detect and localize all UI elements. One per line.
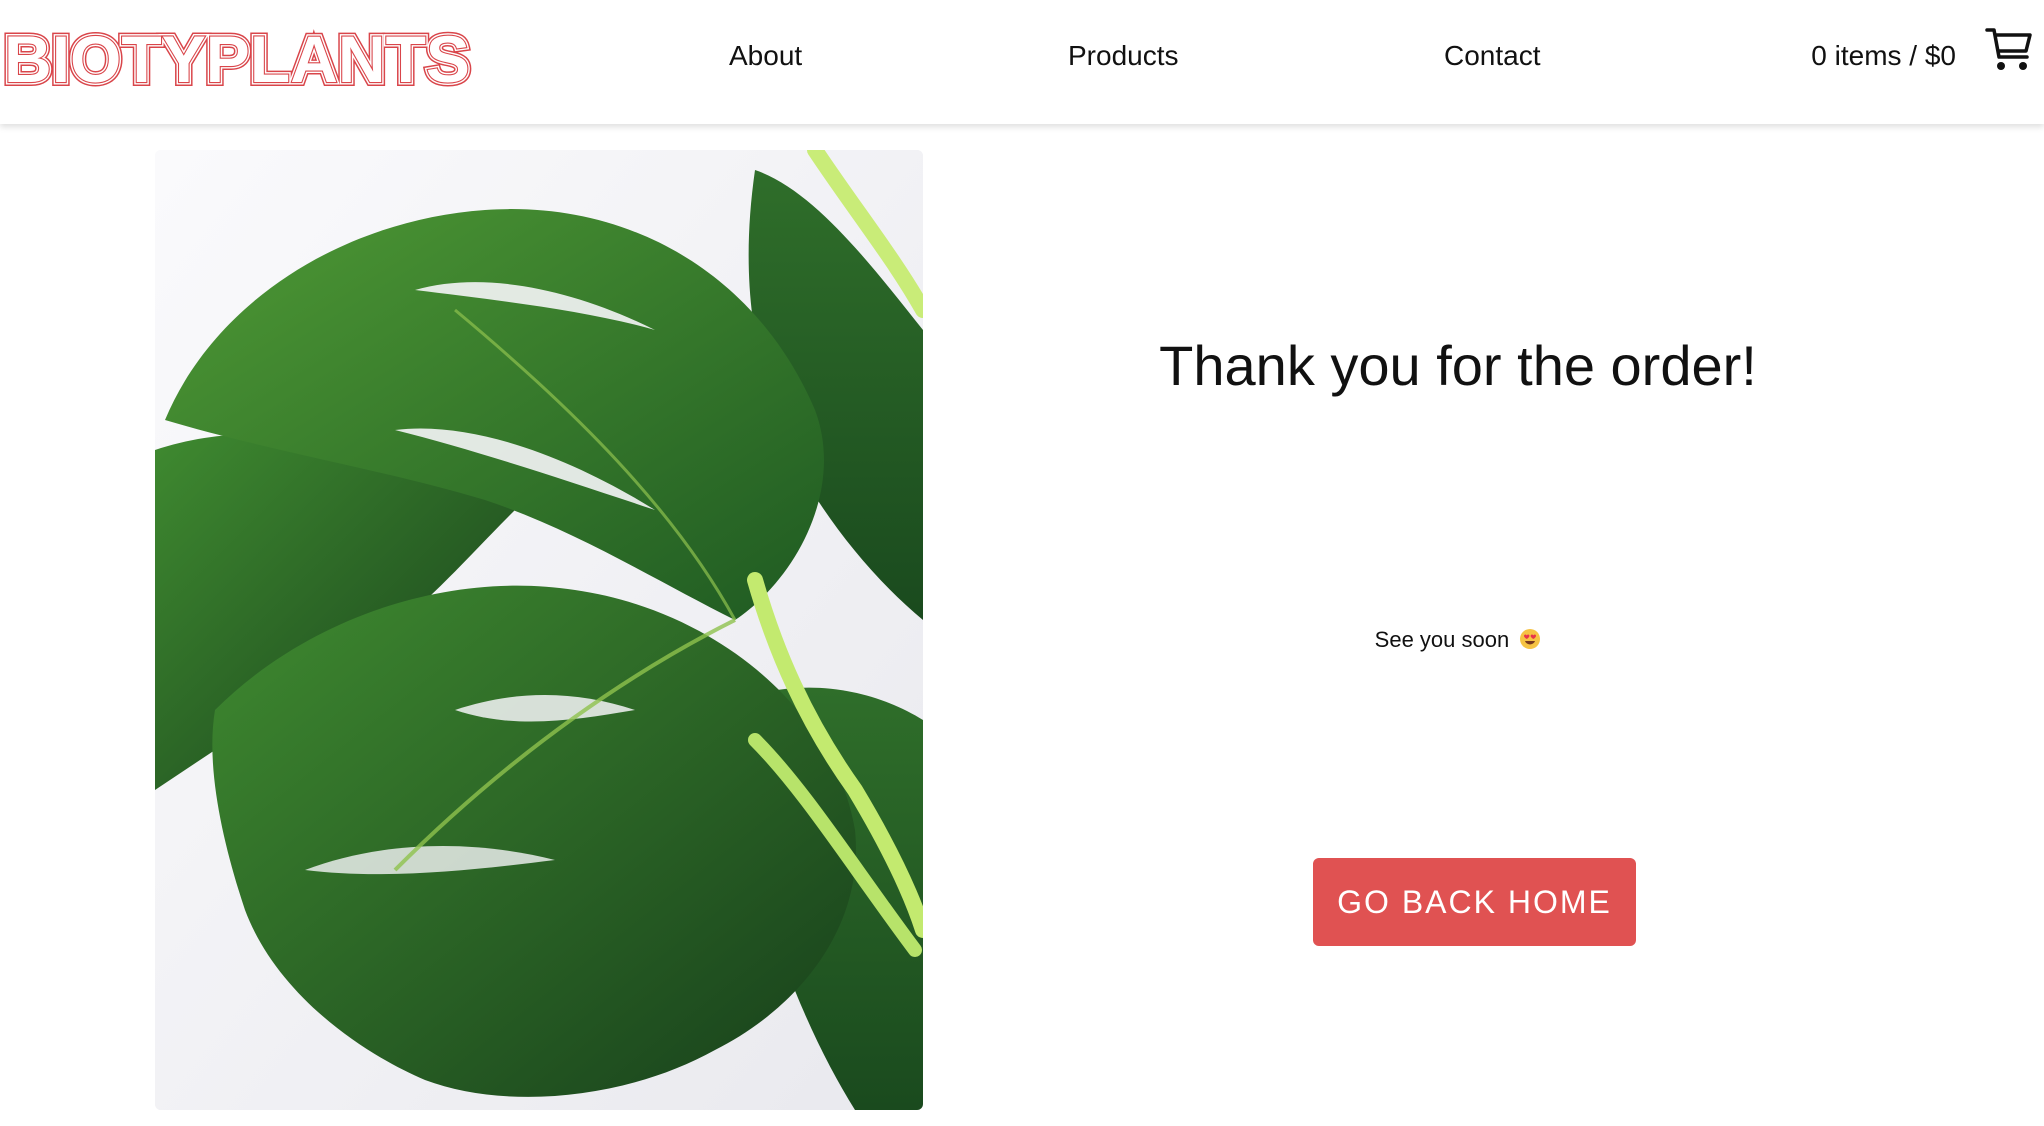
site-header: BIOTYPLANTS BIOTYPLANTS BIOTYPLANTS BIOT… xyxy=(0,0,2044,124)
thank-you-title: Thank you for the order! xyxy=(1159,334,1757,397)
see-you-text: See you soon xyxy=(1374,627,1510,652)
heart-eyes-emoji-icon xyxy=(1519,628,1541,650)
monstera-plant-image xyxy=(155,150,923,1110)
cart-summary[interactable]: 0 items / $0 xyxy=(1811,38,1956,74)
nav-link-products[interactable]: Products xyxy=(1068,38,1179,74)
nav-link-contact[interactable]: Contact xyxy=(1444,38,1541,74)
logo-text-fill: BIOTYPLANTS xyxy=(4,22,470,96)
go-back-home-button[interactable]: GO BACK HOME xyxy=(1313,858,1636,946)
brand-logo[interactable]: BIOTYPLANTS BIOTYPLANTS BIOTYPLANTS BIOT… xyxy=(4,18,474,98)
nav-link-about[interactable]: About xyxy=(729,38,802,74)
see-you-message: See you soon xyxy=(1000,625,1916,655)
shopping-cart-icon[interactable] xyxy=(1984,24,2034,74)
